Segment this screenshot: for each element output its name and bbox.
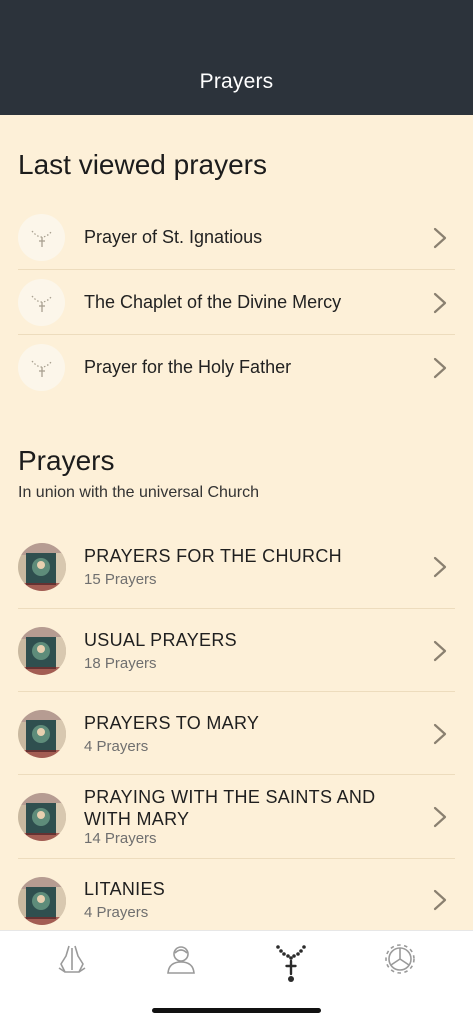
prayer-category-row[interactable]: PRAYING WITH THE SAINTS AND WITH MARY 14… bbox=[0, 775, 473, 859]
last-viewed-item[interactable]: The Chaplet of the Divine Mercy bbox=[0, 270, 473, 335]
chevron-right-icon bbox=[433, 889, 447, 911]
chevron-right-icon bbox=[433, 723, 447, 745]
navigation-bar: Prayers bbox=[0, 0, 473, 115]
chevron-right-icon bbox=[433, 806, 447, 828]
chevron-right-icon bbox=[433, 556, 447, 578]
category-count: 4 Prayers bbox=[84, 904, 149, 921]
praying-hands-icon bbox=[55, 942, 89, 981]
person-profile-icon bbox=[164, 942, 198, 981]
category-title: USUAL PRAYERS bbox=[84, 630, 237, 650]
last-viewed-label: Prayer for the Holy Father bbox=[84, 357, 292, 377]
rosary-icon bbox=[274, 942, 308, 981]
settings-gear-icon bbox=[383, 942, 417, 981]
category-count: 14 Prayers bbox=[84, 830, 157, 847]
home-indicator bbox=[152, 1008, 321, 1013]
rosary-icon bbox=[18, 279, 65, 326]
prayers-scroll-view[interactable]: Last viewed prayers Prayer of St. Ignati… bbox=[0, 115, 473, 930]
illuminated-manuscript-image bbox=[18, 793, 66, 841]
chevron-right-icon bbox=[433, 640, 447, 662]
prayer-category-row[interactable]: LITANIES 4 Prayers bbox=[0, 859, 473, 930]
rosary-icon bbox=[18, 214, 65, 261]
illuminated-manuscript-image bbox=[18, 710, 66, 758]
page-title: Prayers bbox=[199, 70, 274, 93]
last-viewed-item[interactable]: Prayer for the Holy Father bbox=[0, 335, 473, 400]
last-viewed-label: The Chaplet of the Divine Mercy bbox=[84, 292, 342, 312]
category-title: PRAYERS TO MARY bbox=[84, 713, 260, 733]
category-title: LITANIES bbox=[84, 879, 166, 899]
prayer-category-row[interactable]: PRAYERS FOR THE CHURCH 15 Prayers bbox=[0, 525, 473, 609]
category-count: 15 Prayers bbox=[84, 571, 157, 588]
chevron-right-icon bbox=[433, 357, 447, 379]
category-count: 18 Prayers bbox=[84, 655, 157, 672]
category-title: PRAYING WITH THE SAINTS AND WITH MARY bbox=[84, 787, 376, 829]
tab-praying-hands[interactable] bbox=[50, 939, 94, 983]
tab-settings[interactable] bbox=[378, 939, 422, 983]
illuminated-manuscript-image bbox=[18, 627, 66, 675]
prayers-heading: Prayers bbox=[18, 445, 115, 476]
chevron-right-icon bbox=[433, 292, 447, 314]
category-title: PRAYERS FOR THE CHURCH bbox=[84, 546, 342, 566]
tab-profile[interactable] bbox=[159, 939, 203, 983]
chevron-right-icon bbox=[433, 227, 447, 249]
last-viewed-heading: Last viewed prayers bbox=[18, 149, 268, 180]
selected-tab-indicator bbox=[288, 976, 294, 982]
prayers-subtitle: In union with the universal Church bbox=[18, 484, 260, 501]
prayer-category-row[interactable]: PRAYERS TO MARY 4 Prayers bbox=[0, 692, 473, 775]
last-viewed-item[interactable]: Prayer of St. Ignatious bbox=[0, 205, 473, 270]
illuminated-manuscript-image bbox=[18, 543, 66, 591]
last-viewed-label: Prayer of St. Ignatious bbox=[84, 227, 263, 247]
prayer-category-row[interactable]: USUAL PRAYERS 18 Prayers bbox=[0, 609, 473, 692]
category-count: 4 Prayers bbox=[84, 738, 149, 755]
rosary-icon bbox=[18, 344, 65, 391]
illuminated-manuscript-image bbox=[18, 877, 66, 925]
